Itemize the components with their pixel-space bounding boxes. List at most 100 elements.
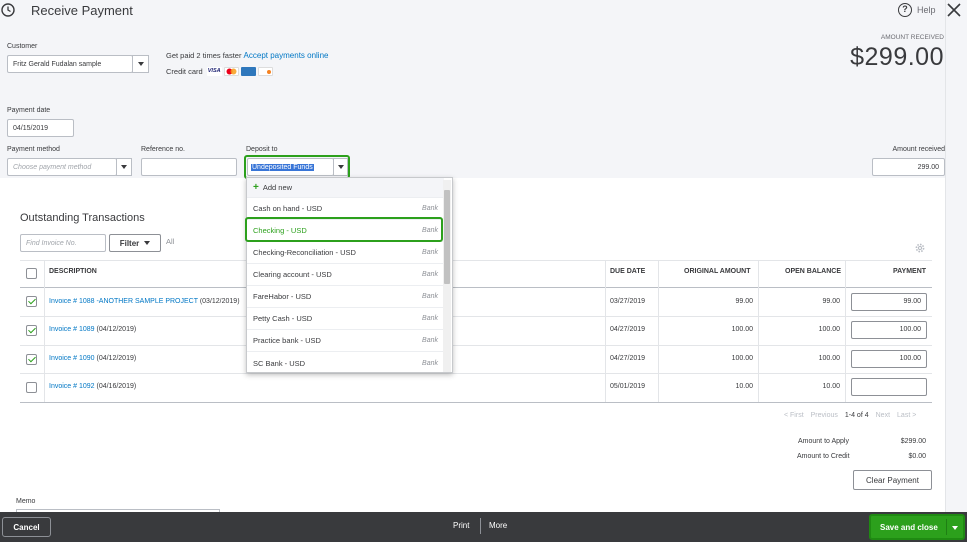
table-row-due-date: 04/27/2019 (610, 326, 646, 333)
invoice-link[interactable]: Invoice # 1088 -ANOTHER SAMPLE PROJECT (49, 298, 198, 305)
amount-to-credit-value: $0.00 (908, 453, 926, 460)
table-top-border (20, 260, 932, 261)
pagination-range: 1-4 of 4 (844, 412, 869, 419)
pagination-first[interactable]: < First (784, 412, 804, 419)
discover-card-icon (257, 67, 273, 76)
chevron-down-icon (137, 62, 144, 66)
pagination-previous[interactable]: Previous (811, 412, 838, 419)
dropdown-option[interactable]: Practice bank - USD Bank (247, 330, 444, 352)
table-row-description: Invoice # 1090 (04/12/2019) (49, 355, 137, 362)
table-row-original: 100.00 (731, 355, 753, 362)
plus-icon: + (253, 182, 259, 193)
reference-label: Reference no. (141, 146, 185, 153)
pagination-next[interactable]: Next (876, 412, 890, 419)
dropdown-option[interactable]: Clearing account - USD Bank (247, 264, 444, 286)
column-divider (845, 260, 846, 402)
table-row-description: Invoice # 1092 (04/16/2019) (49, 383, 137, 390)
clear-payment-button[interactable]: Clear Payment (853, 470, 932, 490)
save-options-divider (946, 519, 947, 535)
dropdown-scrollbar-thumb[interactable] (444, 190, 450, 284)
chevron-down-icon[interactable] (952, 526, 958, 530)
save-and-close-button[interactable]: Save and close (869, 514, 965, 540)
table-header-border (20, 287, 932, 288)
payment-input[interactable]: 100.00 (851, 350, 927, 368)
column-header-description: DESCRIPTION (49, 268, 97, 275)
customer-dropdown-button[interactable] (132, 55, 149, 73)
payment-input[interactable] (851, 378, 927, 396)
all-label: All (166, 237, 175, 246)
row-checkbox[interactable] (26, 382, 37, 393)
payment-method-dropdown-button[interactable] (116, 158, 132, 176)
cancel-button[interactable]: Cancel (2, 517, 51, 537)
reference-input[interactable] (141, 158, 237, 176)
dropdown-option[interactable]: FareHabor - USD Bank (247, 286, 444, 308)
amount-received-header-value: $299.00 (850, 43, 944, 71)
close-icon[interactable] (946, 2, 962, 18)
table-row-open: 99.00 (822, 298, 840, 305)
checking-option-highlight (245, 217, 443, 242)
deposit-to-dropdown-list[interactable]: + Add new Cash on hand - USD Bank Checkin… (246, 177, 453, 373)
column-header-open-balance: OPEN BALANCE (785, 268, 842, 275)
payment-input[interactable]: 99.00 (851, 293, 927, 311)
table-row-original: 99.00 (735, 298, 753, 305)
table-row-due-date: 04/27/2019 (610, 355, 646, 362)
help-icon: ? (898, 3, 912, 17)
outstanding-title: Outstanding Transactions (20, 212, 145, 224)
customer-select[interactable]: Fritz Gerald Fudalan sample (7, 55, 133, 73)
table-row-open: 10.00 (822, 383, 840, 390)
invoice-link[interactable]: Invoice # 1089 (49, 326, 95, 333)
row-checkbox[interactable] (26, 296, 37, 307)
mastercard-icon (223, 67, 239, 76)
table-bottom-border (20, 402, 932, 403)
dropdown-option[interactable]: SC Bank - USD Bank (247, 352, 444, 372)
payment-date-label: Payment date (7, 107, 51, 114)
chevron-down-icon (144, 241, 151, 245)
amex-card-icon (240, 67, 256, 76)
amount-received-header-label: AMOUNT RECEIVED (880, 34, 944, 41)
print-button[interactable]: Print (453, 521, 469, 530)
row-checkbox[interactable] (26, 354, 37, 365)
credit-card-row: Credit card VISA (166, 67, 273, 76)
customer-label: Customer (7, 43, 38, 50)
help-button[interactable]: ? Help (898, 3, 936, 17)
row-divider (20, 373, 932, 374)
dropdown-option[interactable]: Checking-Reconciliation - USD Bank (247, 242, 444, 264)
row-divider (20, 316, 932, 317)
row-checkbox[interactable] (26, 325, 37, 336)
credit-card-label: Credit card (166, 67, 203, 76)
column-divider (758, 260, 759, 402)
table-row-description: Invoice # 1089 (04/12/2019) (49, 326, 137, 333)
dropdown-scrollbar[interactable] (443, 180, 451, 372)
invoice-link[interactable]: Invoice # 1092 (49, 383, 95, 390)
amount-to-apply-label: Amount to Apply (798, 438, 849, 445)
payment-input[interactable]: 100.00 (851, 321, 927, 339)
filter-button[interactable]: Filter (109, 234, 161, 252)
history-icon[interactable] (0, 2, 16, 18)
accept-payments-link[interactable]: Accept payments online (244, 51, 329, 60)
pagination: < First Previous 1-4 of 4 Next Last > (784, 412, 916, 419)
page-scrollbar[interactable] (945, 0, 967, 512)
deposit-to-label: Deposit to (246, 146, 278, 153)
gear-icon[interactable] (914, 242, 926, 254)
amount-received-input[interactable]: 299.00 (872, 158, 945, 176)
select-all-checkbox[interactable] (26, 268, 37, 279)
column-divider (605, 260, 606, 402)
deposit-to-highlight (244, 155, 350, 179)
visa-card-icon: VISA (206, 67, 222, 76)
find-invoice-input[interactable]: Find Invoice No. (20, 234, 106, 252)
add-new-option[interactable]: + Add new (247, 178, 444, 198)
table-row-due-date: 03/27/2019 (610, 298, 646, 305)
footer-divider (480, 518, 481, 534)
amount-to-apply-value: $299.00 (900, 438, 926, 445)
invoice-link[interactable]: Invoice # 1090 (49, 355, 95, 362)
help-label: Help (917, 5, 936, 15)
payment-date-input[interactable]: 04/15/2019 (7, 119, 74, 137)
dropdown-option[interactable]: Petty Cash - USD Bank (247, 308, 444, 330)
payment-method-select[interactable]: Choose payment method (7, 158, 117, 176)
more-button[interactable]: More (489, 521, 507, 530)
table-row-due-date: 05/01/2019 (610, 383, 646, 390)
pagination-last[interactable]: Last > (897, 412, 916, 419)
promo-text: Get paid 2 times faster Accept payments … (166, 51, 329, 60)
table-row-original: 10.00 (735, 383, 753, 390)
table-row-open: 100.00 (818, 326, 840, 333)
